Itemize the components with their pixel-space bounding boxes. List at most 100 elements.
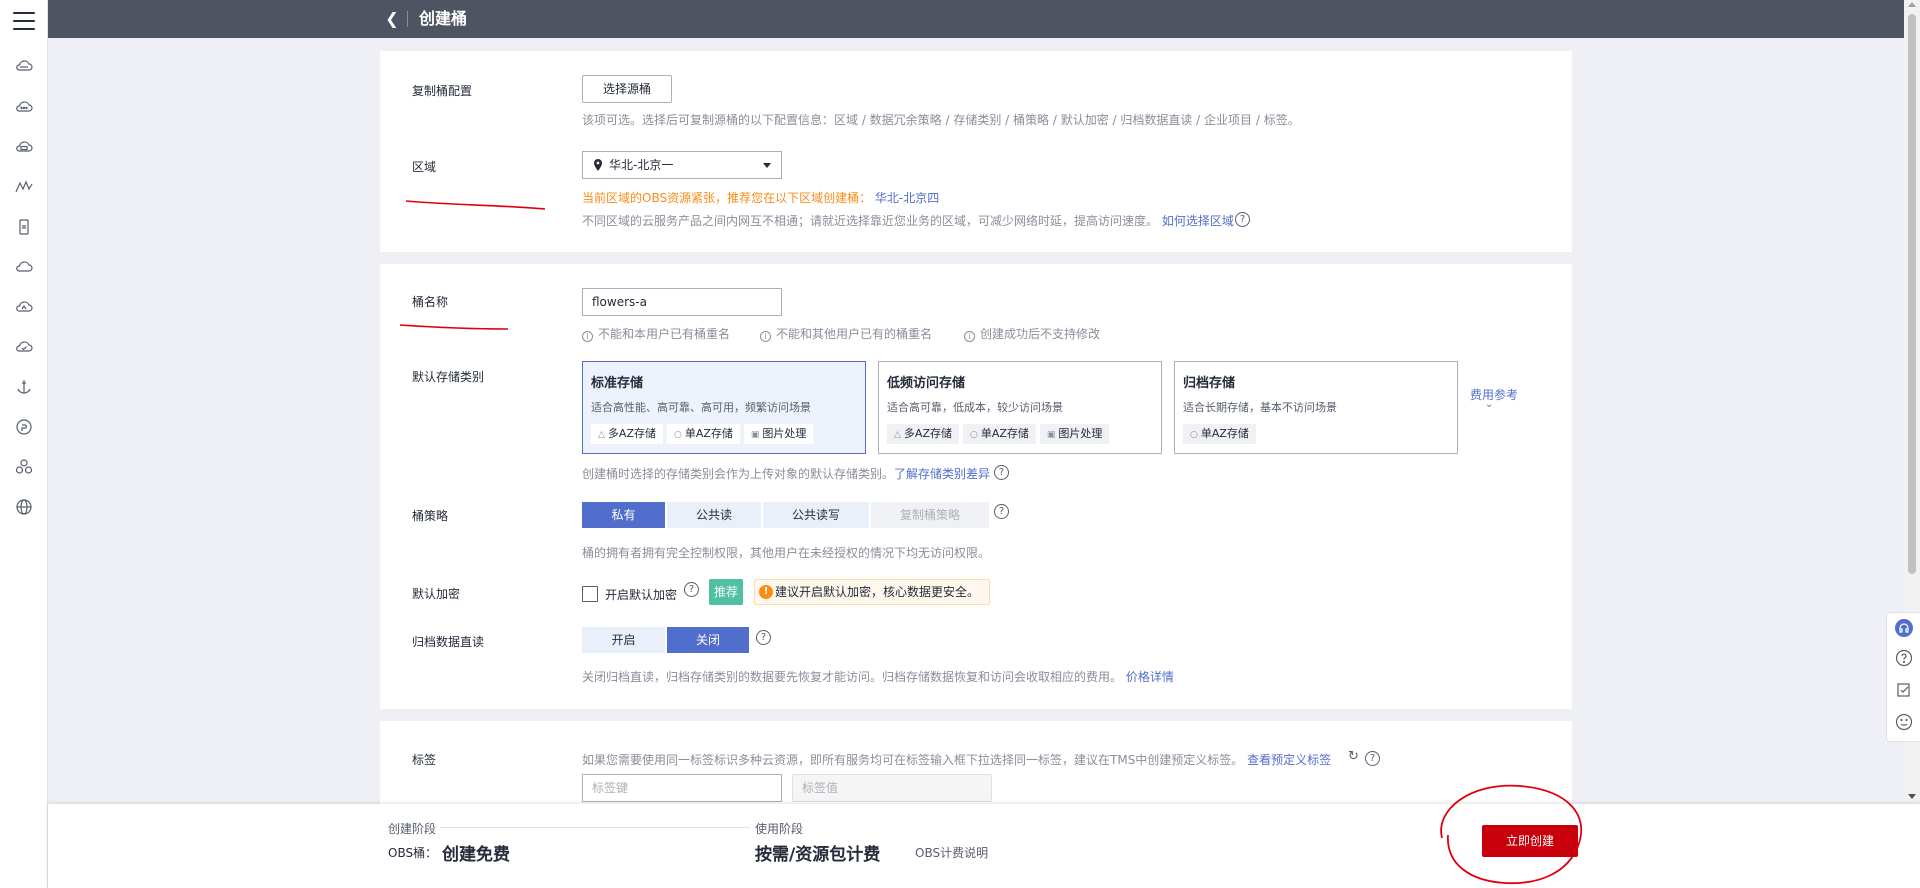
replicate-label: 复制桶配置 bbox=[412, 84, 473, 98]
basic-config-card: 复制桶配置 选择源桶 该项可选。选择后可复制源桶的以下配置信息：区域 / 数据冗… bbox=[380, 51, 1572, 252]
storage-class-hint: 创建桶时选择的存储类别会作为上传对象的默认存储类别。了解存储类别差异 bbox=[582, 465, 990, 482]
region-recommend-link[interactable]: 华北-北京四 bbox=[875, 191, 939, 205]
tag-multi-az: △ 多AZ存储 bbox=[887, 424, 959, 444]
encryption-checkbox-label[interactable]: 开启默认加密 bbox=[605, 586, 677, 603]
chevron-down-icon[interactable]: ⌄ bbox=[1485, 399, 1493, 410]
create-fee-value: 创建免费 bbox=[442, 845, 510, 865]
storage-class-title: 归档存储 bbox=[1183, 376, 1236, 391]
help-icon[interactable]: ? bbox=[1235, 212, 1250, 227]
help-icon[interactable]: ? bbox=[684, 582, 699, 597]
policy-label: 桶策略 bbox=[412, 509, 449, 523]
phone-icon[interactable] bbox=[14, 217, 34, 237]
replicate-hint: 该项可选。选择后可复制源桶的以下配置信息：区域 / 数据冗余策略 / 存储类别 … bbox=[582, 113, 1300, 127]
storage-class-title: 标准存储 bbox=[591, 376, 644, 391]
bucket-name-rule-3: i 创建成功后不支持修改 bbox=[964, 325, 1100, 342]
tag-multi-az: △ 多AZ存储 bbox=[591, 424, 663, 444]
tags-label: 标签 bbox=[412, 753, 437, 767]
cloud-outline-icon[interactable] bbox=[14, 257, 34, 277]
help-circle-icon[interactable] bbox=[1895, 649, 1913, 667]
create-stage-label: 创建阶段 bbox=[388, 822, 437, 836]
predefined-tags-link[interactable]: 查看预定义标签 bbox=[1247, 753, 1331, 767]
title-divider bbox=[407, 11, 408, 27]
region-hint: 不同区域的云服务产品之间内网互不相通；请就近选择靠近您业务的区域，可减少网络时延… bbox=[582, 212, 1234, 229]
fee-reference-link[interactable]: 费用参考 bbox=[1470, 386, 1518, 403]
warning-icon: ! bbox=[759, 585, 773, 599]
edit-note-icon[interactable] bbox=[1895, 681, 1913, 699]
use-fee-value: 按需/资源包计费 bbox=[755, 845, 881, 865]
storage-class-title: 低频访问存储 bbox=[887, 376, 966, 391]
tag-single-az: ○ 单AZ存储 bbox=[962, 424, 1036, 444]
archive-read-segmented: 开启 关闭 bbox=[582, 627, 751, 653]
archive-off-option[interactable]: 关闭 bbox=[667, 627, 749, 653]
info-icon: i bbox=[964, 331, 975, 342]
storage-class-standard[interactable]: 标准存储 适合高性能、高可靠、高可用，频繁访问场景 △ 多AZ存储 ○ 单AZ存储 … bbox=[582, 361, 866, 454]
headset-icon[interactable] bbox=[1895, 619, 1913, 637]
storage-class-hint-text: 创建桶时选择的存储类别会作为上传对象的默认存储类别。 bbox=[582, 467, 895, 481]
policy-public-read-write-option[interactable]: 公共读写 bbox=[763, 502, 869, 528]
info-icon: i bbox=[760, 331, 771, 342]
cluster-icon[interactable] bbox=[14, 457, 34, 477]
select-source-bucket-button[interactable]: 选择源桶 bbox=[582, 75, 672, 103]
tag-key-input[interactable]: 标签键 bbox=[582, 774, 782, 802]
storage-class-label: 默认存储类别 bbox=[412, 370, 485, 384]
refresh-icon[interactable]: ↻ bbox=[1348, 749, 1359, 764]
encryption-checkbox[interactable] bbox=[582, 586, 598, 602]
multi-az-icon: △ bbox=[894, 430, 901, 440]
anchor-icon[interactable] bbox=[14, 377, 34, 397]
cloud-check-icon[interactable] bbox=[14, 337, 34, 357]
bucket-fee-label: OBS桶： bbox=[388, 846, 438, 860]
policy-private-option[interactable]: 私有 bbox=[582, 502, 665, 528]
storage-class-desc: 适合高可靠，低成本，较少访问场景 bbox=[887, 401, 1063, 414]
info-icon: i bbox=[582, 331, 593, 342]
storage-class-infrequent[interactable]: 低频访问存储 适合高可靠，低成本，较少访问场景 △ 多AZ存储 ○ 单AZ存储 ▣ 图… bbox=[878, 361, 1162, 454]
footer-bar: 创建阶段 OBS桶： 创建免费 使用阶段 按需/资源包计费 OBS计费说明 立即… bbox=[48, 804, 1920, 888]
stage-divider bbox=[440, 827, 750, 828]
help-icon[interactable]: ? bbox=[756, 630, 771, 645]
image-icon: ▣ bbox=[750, 430, 760, 440]
help-icon[interactable]: ? bbox=[1365, 751, 1380, 766]
region-select[interactable]: 华北-北京一 bbox=[582, 151, 782, 179]
use-stage-label: 使用阶段 bbox=[755, 822, 804, 836]
cloud-box-icon[interactable] bbox=[14, 137, 34, 157]
chevron-left-icon[interactable]: ❮ bbox=[382, 8, 402, 30]
floating-toolbar bbox=[1886, 612, 1920, 742]
location-pin-icon bbox=[594, 159, 602, 171]
storage-class-diff-link[interactable]: 了解存储类别差异 bbox=[894, 467, 990, 481]
tag-value-input: 标签值 bbox=[792, 774, 992, 802]
globe-icon[interactable] bbox=[14, 497, 34, 517]
storage-class-desc: 适合长期存储，基本不访问场景 bbox=[1183, 401, 1337, 414]
create-now-button[interactable]: 立即创建 bbox=[1482, 825, 1578, 857]
scroll-up-icon[interactable] bbox=[1908, 2, 1916, 7]
tags-hint-text: 如果您需要使用同一标签标识多种云资源，即所有服务均可在标签输入框下拉选择同一标签… bbox=[582, 753, 1244, 767]
mountain-icon[interactable] bbox=[14, 177, 34, 197]
storage-class-archive[interactable]: 归档存储 适合长期存储，基本不访问场景 ○ 单AZ存储 bbox=[1174, 361, 1458, 454]
encryption-tip-text: 建议开启默认加密，核心数据更安全。 bbox=[775, 585, 980, 599]
help-icon[interactable]: ? bbox=[994, 465, 1009, 480]
single-az-icon: ○ bbox=[673, 430, 682, 440]
feedback-smile-icon[interactable] bbox=[1895, 713, 1913, 731]
price-detail-link[interactable]: 价格详情 bbox=[1126, 670, 1174, 684]
billing-info-link[interactable]: OBS计费说明 bbox=[915, 844, 988, 861]
policy-public-read-option[interactable]: 公共读 bbox=[667, 502, 761, 528]
scroll-thumb[interactable] bbox=[1908, 14, 1916, 574]
how-choose-region-link[interactable]: 如何选择区域 bbox=[1162, 214, 1234, 228]
region-warning: 当前区域的OBS资源紧张，推荐您在以下区域创建桶： 华北-北京四 bbox=[582, 189, 939, 206]
storage-class-desc: 适合高性能、高可靠、高可用，频繁访问场景 bbox=[591, 401, 811, 414]
policy-segmented: 私有 公共读 公共读写 复制桶策略 bbox=[582, 502, 991, 528]
archive-on-option[interactable]: 开启 bbox=[582, 627, 665, 653]
cloud-more-icon[interactable] bbox=[14, 97, 34, 117]
cloud-drive-icon[interactable] bbox=[14, 297, 34, 317]
page-title: 创建桶 bbox=[419, 9, 468, 28]
cloud-icon[interactable] bbox=[14, 56, 34, 76]
single-az-icon: ○ bbox=[969, 430, 978, 440]
menu-icon[interactable] bbox=[13, 12, 35, 30]
policy-hint: 桶的拥有者拥有完全控制权限，其他用户在未经授权的情况下均无访问权限。 bbox=[582, 546, 991, 560]
scroll-down-icon[interactable] bbox=[1908, 794, 1916, 799]
chevron-down-icon bbox=[763, 163, 771, 168]
archive-read-label: 归档数据直读 bbox=[412, 635, 485, 649]
bucket-name-input[interactable]: flowers-a bbox=[582, 288, 782, 316]
archive-hint-text: 关闭归档直读，归档存储类别的数据要先恢复才能访问。归档存储数据恢复和访问会收取相… bbox=[582, 670, 1123, 684]
left-nav-rail bbox=[0, 0, 48, 888]
badge-icon[interactable] bbox=[14, 417, 34, 437]
help-icon[interactable]: ? bbox=[994, 504, 1009, 519]
